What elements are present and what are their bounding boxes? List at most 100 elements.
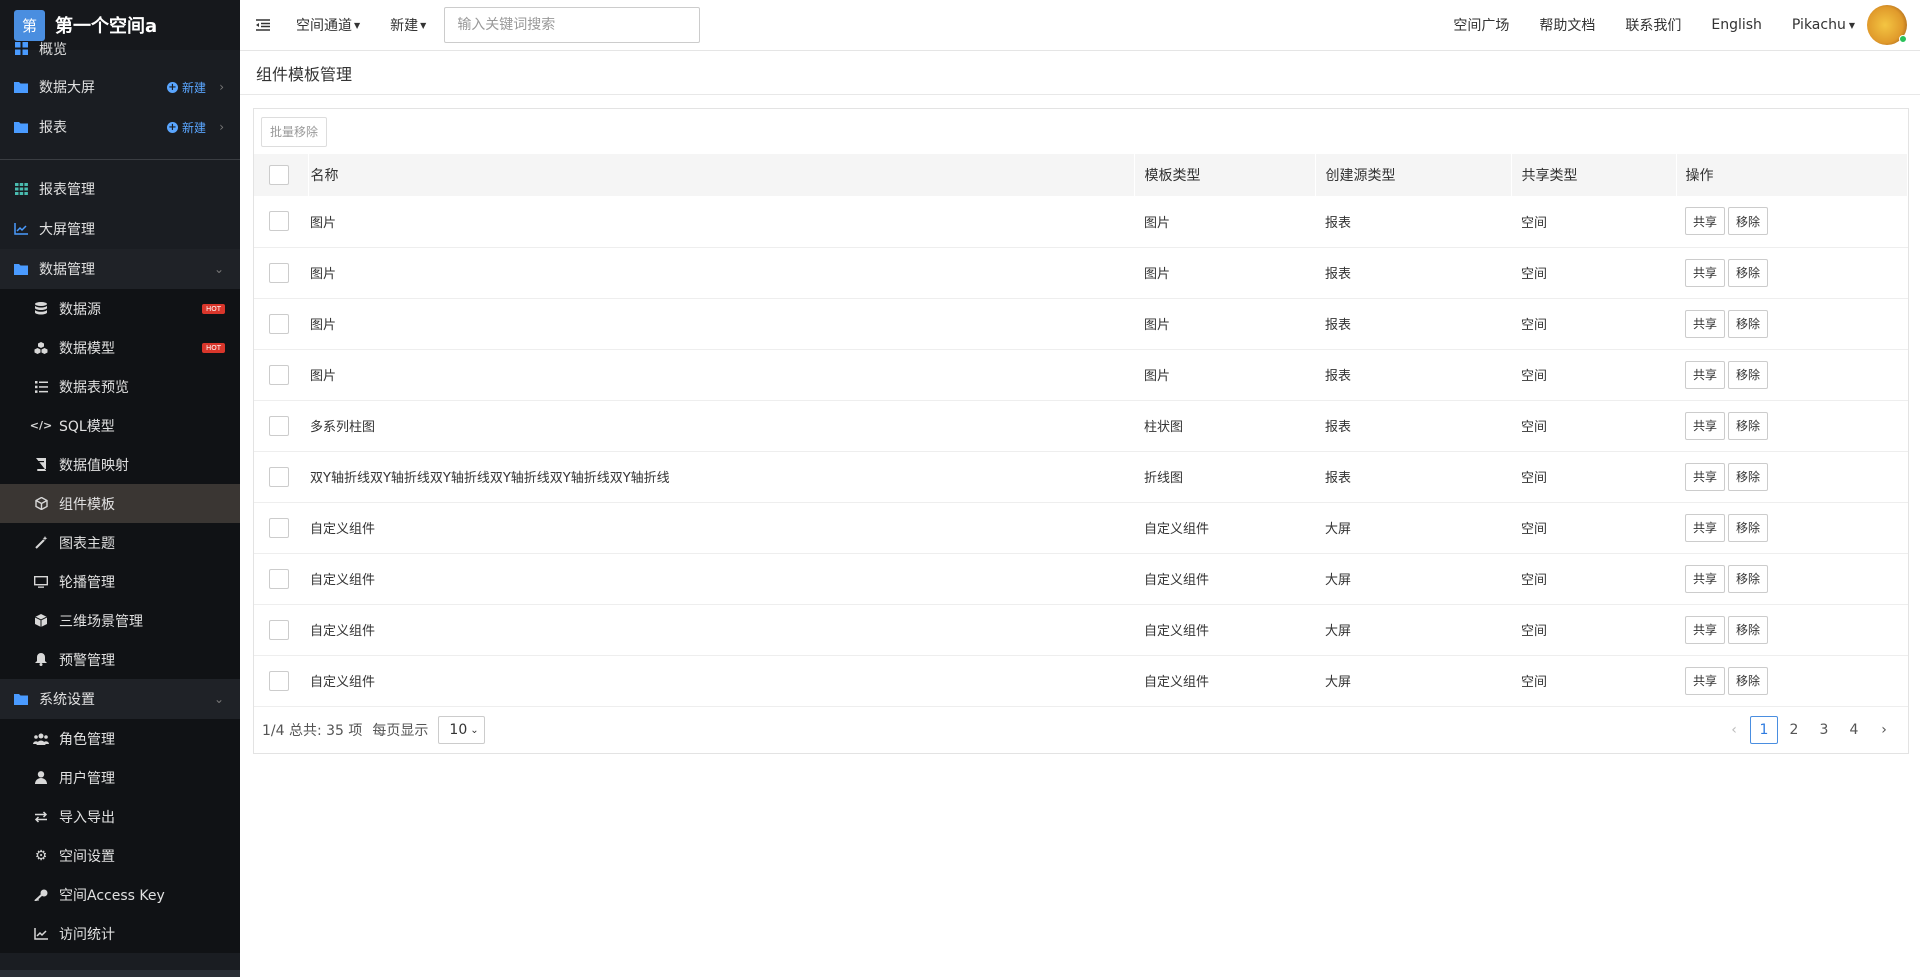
- sidebar-item-component-template[interactable]: 组件模板: [0, 484, 240, 523]
- new-dropdown[interactable]: 新建 ▼: [390, 15, 426, 35]
- sidebar-item-system[interactable]: 系统设置 ⌄: [0, 679, 240, 719]
- link-help-docs[interactable]: 帮助文档: [1539, 15, 1595, 35]
- header-name[interactable]: 名称: [308, 154, 1135, 196]
- sidebar-item-data-mgmt[interactable]: 数据管理 ⌄: [0, 249, 240, 289]
- link-english[interactable]: English: [1711, 17, 1762, 33]
- plus-icon: +: [166, 121, 178, 133]
- remove-button[interactable]: 移除: [1728, 462, 1769, 491]
- sidebar-item-access-stats[interactable]: 访问统计: [0, 914, 240, 953]
- cell-name: 自定义组件: [310, 522, 376, 537]
- sidebar-item-access-key[interactable]: 空间Access Key: [0, 875, 240, 914]
- magic-wand-icon: [33, 536, 49, 549]
- row-checkbox[interactable]: [269, 211, 289, 232]
- menu-toggle-icon[interactable]: [256, 16, 278, 35]
- next-page-icon[interactable]: ›: [1870, 716, 1898, 744]
- remove-button[interactable]: 移除: [1728, 666, 1769, 695]
- search-input[interactable]: [444, 7, 701, 43]
- row-checkbox[interactable]: [269, 262, 289, 283]
- space-title[interactable]: 第一个空间a: [55, 12, 157, 38]
- sidebar-item-table-preview[interactable]: 数据表预览: [0, 367, 240, 406]
- sidebar-item-import-export[interactable]: 导入导出: [0, 797, 240, 836]
- share-button[interactable]: 共享: [1685, 564, 1726, 593]
- grid-icon: [13, 42, 29, 55]
- page-size-select[interactable]: 10 ⌄: [438, 716, 486, 744]
- share-button[interactable]: 共享: [1685, 615, 1726, 644]
- page-4-button[interactable]: 4: [1840, 716, 1868, 744]
- sidebar-item-alert[interactable]: 预警管理: [0, 640, 240, 679]
- row-checkbox[interactable]: [269, 517, 289, 538]
- user-menu[interactable]: Pikachu ▼: [1792, 5, 1920, 45]
- sidebar-item-sql-model[interactable]: </> SQL模型: [0, 406, 240, 445]
- sidebar-item-dashboard[interactable]: 数据大屏 + 新建 ›: [0, 67, 240, 107]
- remove-button[interactable]: 移除: [1728, 513, 1769, 542]
- folder-icon: [13, 693, 29, 705]
- row-checkbox[interactable]: [269, 466, 289, 487]
- prev-page-icon[interactable]: ‹: [1720, 716, 1748, 744]
- header-share[interactable]: 共享类型: [1511, 154, 1677, 196]
- row-checkbox[interactable]: [269, 364, 289, 385]
- cell-type: 折线图: [1144, 471, 1184, 486]
- cell-name: 自定义组件: [310, 624, 376, 639]
- page-3-button[interactable]: 3: [1810, 716, 1838, 744]
- cell-name: 多系列柱图: [310, 420, 376, 435]
- batch-remove-button[interactable]: 批量移除: [261, 116, 328, 147]
- row-checkbox[interactable]: [269, 568, 289, 589]
- sidebar-item-carousel[interactable]: 轮播管理: [0, 562, 240, 601]
- sidebar-item-chart-theme[interactable]: 图表主题: [0, 523, 240, 562]
- share-button[interactable]: 共享: [1685, 360, 1726, 389]
- sidebar-item-report-mgmt[interactable]: 报表管理: [0, 169, 240, 209]
- row-checkbox[interactable]: [269, 670, 289, 691]
- share-button[interactable]: 共享: [1685, 666, 1726, 695]
- cell-share: 空间: [1521, 471, 1548, 486]
- sidebar-item-data-model[interactable]: 数据模型 HOT: [0, 328, 240, 367]
- cell-share: 空间: [1521, 420, 1548, 435]
- sidebar-item-users[interactable]: 用户管理: [0, 758, 240, 797]
- cell-type: 图片: [1144, 267, 1171, 282]
- cell-name: 图片: [310, 215, 337, 231]
- sidebar-item-value-mapping[interactable]: 数据值映射: [0, 445, 240, 484]
- row-checkbox[interactable]: [269, 415, 289, 436]
- row-checkbox[interactable]: [269, 313, 289, 334]
- new-dashboard-button[interactable]: + 新建: [166, 79, 206, 96]
- sidebar-bottom-strip: [0, 970, 240, 977]
- link-contact-us[interactable]: 联系我们: [1625, 15, 1681, 35]
- remove-button[interactable]: 移除: [1728, 258, 1769, 287]
- share-button[interactable]: 共享: [1685, 207, 1726, 236]
- sidebar-item-space-settings[interactable]: ⚙ 空间设置: [0, 836, 240, 875]
- header-source[interactable]: 创建源类型: [1315, 154, 1512, 196]
- link-space-plaza[interactable]: 空间广场: [1453, 15, 1509, 35]
- sidebar-item-overview[interactable]: 概览: [0, 38, 240, 59]
- folder-icon: [13, 263, 29, 275]
- table-row: 图片 图片 报表 空间 共享 移除: [254, 349, 1908, 400]
- header-ops: 操作: [1676, 154, 1908, 196]
- remove-button[interactable]: 移除: [1728, 309, 1769, 338]
- page-1-button[interactable]: 1: [1750, 715, 1778, 744]
- share-button[interactable]: 共享: [1685, 258, 1726, 287]
- sidebar-item-screen-mgmt[interactable]: 大屏管理: [0, 209, 240, 249]
- remove-button[interactable]: 移除: [1728, 207, 1769, 236]
- key-icon: [33, 889, 49, 901]
- sidebar-item-3d-scene[interactable]: 三维场景管理: [0, 601, 240, 640]
- topbar: 空间通道▼ 新建▼ 空间广场 帮助文档 联系我们 English Pikachu…: [240, 0, 1920, 51]
- page-title: 组件模板管理: [240, 51, 1920, 95]
- remove-button[interactable]: 移除: [1728, 615, 1769, 644]
- sidebar-item-datasource[interactable]: 数据源 HOT: [0, 289, 240, 328]
- remove-button[interactable]: 移除: [1728, 564, 1769, 593]
- remove-button[interactable]: 移除: [1728, 411, 1769, 440]
- share-button[interactable]: 共享: [1685, 411, 1726, 440]
- share-button[interactable]: 共享: [1685, 309, 1726, 338]
- avatar[interactable]: [1867, 5, 1907, 45]
- header-type[interactable]: 模板类型: [1134, 154, 1316, 196]
- share-button[interactable]: 共享: [1685, 513, 1726, 542]
- space-channel-dropdown[interactable]: 空间通道 ▼: [296, 15, 360, 35]
- sidebar-item-label: 数据管理: [39, 262, 95, 278]
- sidebar-item-roles[interactable]: 角色管理: [0, 719, 240, 758]
- new-report-button[interactable]: + 新建: [166, 119, 206, 136]
- select-all-checkbox[interactable]: [269, 165, 289, 185]
- sidebar-item-report[interactable]: 报表 + 新建 ›: [0, 107, 240, 147]
- sidebar-item-label: 组件模板: [59, 496, 115, 513]
- remove-button[interactable]: 移除: [1728, 360, 1769, 389]
- page-2-button[interactable]: 2: [1780, 716, 1808, 744]
- share-button[interactable]: 共享: [1685, 462, 1726, 491]
- row-checkbox[interactable]: [269, 619, 289, 640]
